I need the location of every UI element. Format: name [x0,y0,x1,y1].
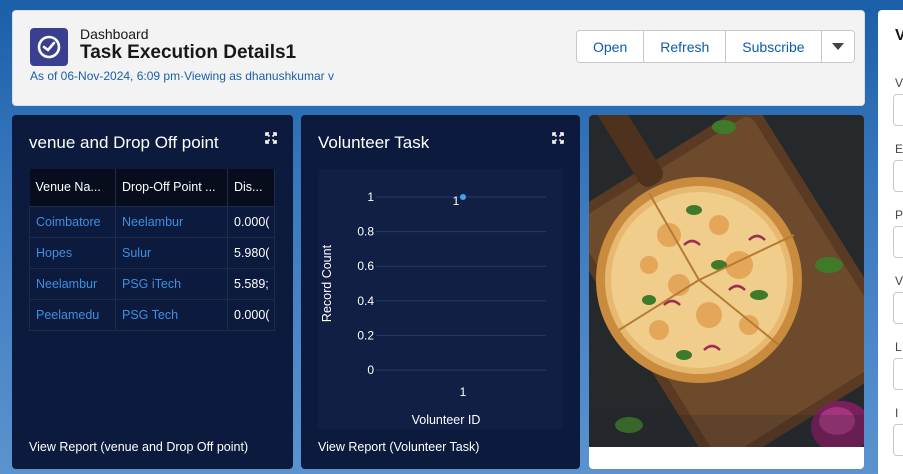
y-tick-label: 0.6 [357,259,374,273]
y-tick-label: 0.8 [357,225,374,239]
dashboard-header: Dashboard Task Execution Details1 As of … [12,10,865,106]
page-title: Task Execution Details1 [80,42,297,63]
header-actions: Open Refresh Subscribe [576,30,855,63]
distance-value: 5.980( [227,236,275,269]
y-tick-label: 1 [367,190,374,204]
column-header-venue[interactable]: Venue Na... [29,169,116,206]
venue-link[interactable]: Coimbatore [29,205,116,238]
form-field[interactable] [893,94,903,126]
form-field[interactable] [893,358,903,390]
page-meta: As of 06-Nov-2024, 6:09 pm·Viewing as dh… [30,69,334,83]
dropoff-link[interactable]: Sulur [115,236,228,269]
volunteer-chart: 1 0.8 0.6 0.4 0.2 0 1 1 Volunteer ID Record Count [318,169,563,429]
field-label: P [895,208,903,222]
venue-dropoff-card: venue and Drop Off point Venue Na... Dro… [12,115,293,469]
column-header-dropoff[interactable]: Drop-Off Point ... [115,169,228,206]
x-axis-label: Volunteer ID [412,413,481,427]
page-eyebrow: Dashboard [80,26,149,42]
field-label: E [895,142,903,156]
subscribe-button[interactable]: Subscribe [726,31,822,62]
expand-icon[interactable] [552,132,564,144]
field-label: V [895,274,903,288]
dropoff-link[interactable]: Neelambur [115,205,228,238]
x-tick-label: 1 [460,385,467,399]
venue-link[interactable]: Neelambur [29,267,116,300]
open-button[interactable]: Open [577,31,645,62]
venue-link[interactable]: Peelamedu [29,298,116,331]
form-field[interactable] [893,226,903,258]
right-form-panel: V V E P V L I [878,10,903,474]
field-label: L [895,340,902,354]
y-axis-label: Record Count [320,244,334,322]
pizza-image-card [589,115,864,469]
volunteer-task-card: Volunteer Task 1 0.8 0.6 0.4 0.2 0 1 1 Volunteer… [301,115,580,469]
chevron-down-icon [831,43,844,50]
table-row: Peelamedu PSG Tech 0.000( [29,298,275,331]
table-row: Coimbatore Neelambur 0.000( [29,205,275,238]
card-title: venue and Drop Off point [29,133,219,152]
venue-link[interactable]: Hopes [29,236,116,269]
y-tick-label: 0.4 [357,294,374,308]
dropoff-link[interactable]: PSG iTech [115,267,228,300]
form-field[interactable] [893,160,903,192]
dropoff-link[interactable]: PSG Tech [115,298,228,331]
distance-value: 0.000( [227,205,275,238]
expand-icon[interactable] [265,132,277,144]
venue-table: Venue Na... Drop-Off Point ... Dis... Co… [29,169,275,331]
view-report-link[interactable]: View Report (venue and Drop Off point) [29,440,248,454]
more-actions-button[interactable] [821,31,854,62]
data-label: 1 [453,194,460,208]
view-report-link[interactable]: View Report (Volunteer Task) [318,440,479,454]
field-label: I [895,406,899,420]
y-tick-label: 0 [367,363,374,377]
distance-value: 0.000( [227,298,275,331]
column-header-distance[interactable]: Dis... [227,169,275,206]
pizza-image [589,115,864,469]
distance-value: 5.589; [227,267,275,300]
y-tick-label: 0.2 [357,328,374,342]
scatter-chart: 1 0.8 0.6 0.4 0.2 0 1 1 Volunteer ID Record Count [320,190,546,427]
form-field[interactable] [893,292,903,324]
table-row: Neelambur PSG iTech 5.589; [29,267,275,300]
card-title: Volunteer Task [318,133,430,152]
data-point [460,194,466,200]
refresh-button[interactable]: Refresh [644,31,727,62]
form-field[interactable] [893,424,903,456]
table-row: Hopes Sulur 5.980( [29,236,275,269]
table-header-row: Venue Na... Drop-Off Point ... Dis... [29,169,275,206]
panel-title: V [895,27,903,44]
field-label: V [895,76,903,90]
dashboard-gauge-icon [30,28,68,66]
